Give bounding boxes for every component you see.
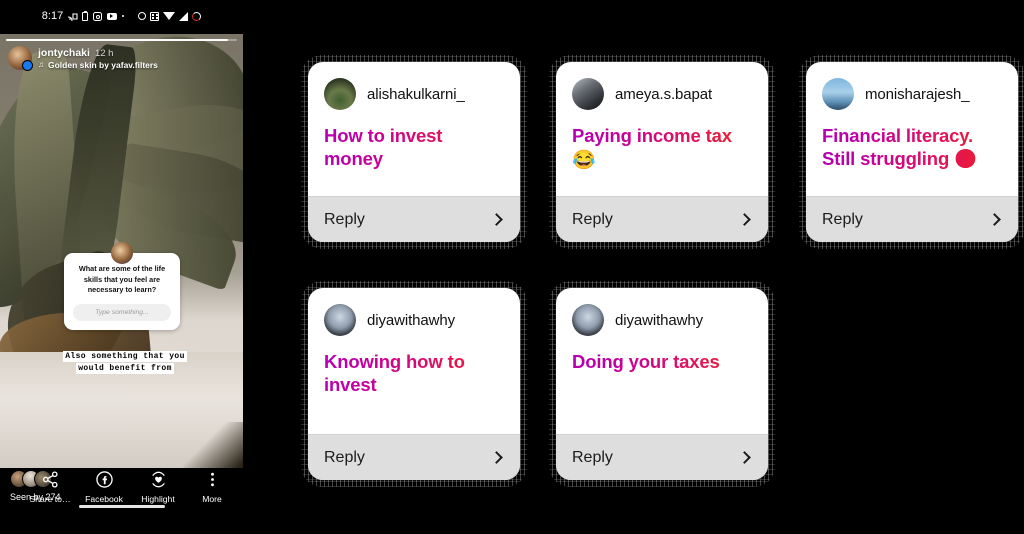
status-bar-clock: 8:17	[41, 10, 64, 22]
story-action-bar: Share to… Facebook Highlight More	[23, 470, 239, 504]
share-icon	[42, 470, 59, 488]
screenshot-grid-icon	[150, 11, 160, 21]
pot-shadow	[183, 422, 243, 468]
home-indicator[interactable]	[78, 505, 165, 508]
reply-button[interactable]: Reply	[556, 434, 768, 480]
avatar[interactable]	[572, 304, 604, 336]
chevron-right-icon	[490, 213, 503, 226]
avatar[interactable]	[324, 78, 356, 110]
phone-story-panel: 8:17 jontychaki 12 h ♫ Golden skin by ya…	[0, 0, 243, 534]
more-label: More	[202, 494, 222, 504]
story-overlay-line-2: would benefit from	[76, 363, 174, 374]
reply-button[interactable]: Reply	[806, 196, 1018, 242]
youtube-icon	[106, 12, 117, 20]
card-answer-emoji: 😂	[572, 150, 596, 172]
chevron-right-icon	[738, 213, 751, 226]
avatar[interactable]	[324, 304, 356, 336]
story-progress-bar[interactable]	[6, 39, 237, 41]
question-sticker-avatar	[111, 242, 133, 264]
question-sticker-text: What are some of the life skills that yo…	[78, 264, 166, 295]
card-user-row[interactable]: diyawithawhy	[324, 304, 504, 336]
story-text-overlay: Also something that you would benefit fr…	[50, 351, 200, 374]
reply-card[interactable]: alishakulkarni_ How to invest money Repl…	[308, 62, 520, 242]
story-footer: Seen by 274 Share to… Facebook Highlight…	[0, 468, 243, 518]
reply-button[interactable]: Reply	[556, 196, 768, 242]
status-bar-notification-icons	[68, 10, 125, 21]
status-bar: 8:17	[0, 0, 243, 32]
cast-icon	[68, 12, 78, 21]
reply-card[interactable]: diyawithawhy Knowing how to invest Reply	[308, 288, 520, 480]
reply-button[interactable]: Reply	[308, 434, 520, 480]
card-answer-text: How to invest money	[324, 124, 504, 173]
chevron-right-icon	[738, 451, 751, 464]
card-user-row[interactable]: ameya.s.bapat	[572, 78, 752, 110]
card-username[interactable]: ameya.s.bapat	[615, 86, 712, 103]
reply-button[interactable]: Reply	[308, 196, 520, 242]
card-answer-text: Doing your taxes	[572, 350, 752, 375]
card-username[interactable]: diyawithawhy	[615, 312, 703, 329]
signal-icon	[179, 11, 189, 21]
alarm-icon	[138, 12, 147, 20]
reply-card[interactable]: monisharajesh_ Financial literacy. Still…	[806, 62, 1018, 242]
reply-label: Reply	[572, 210, 613, 228]
card-user-row[interactable]: monisharajesh_	[822, 78, 1002, 110]
more-button[interactable]: More	[185, 470, 239, 504]
story-header[interactable]: jontychaki 12 h ♫ Golden skin by yafav.f…	[8, 46, 158, 71]
highlight-button[interactable]: Highlight	[131, 470, 185, 504]
story-music-label[interactable]: Golden skin by yafav.filters	[48, 60, 158, 70]
story-timestamp: 12 h	[94, 47, 114, 59]
reply-cards-panel: alishakulkarni_ How to invest money Repl…	[260, 0, 1024, 534]
question-sticker-placeholder: Type something...	[95, 308, 149, 316]
card-answer-text: Paying income tax	[572, 124, 752, 149]
card-user-row[interactable]: diyawithawhy	[572, 304, 752, 336]
share-to-label: Share to…	[29, 494, 71, 504]
highlight-label: Highlight	[141, 494, 175, 504]
card-answer-text: Financial literacy. Still struggling 🥲	[822, 124, 1002, 173]
reply-label: Reply	[822, 210, 863, 228]
story-username[interactable]: jontychaki	[38, 47, 90, 59]
instagram-icon	[92, 11, 102, 21]
avatar[interactable]	[572, 78, 604, 110]
battery-circle-icon	[192, 11, 202, 21]
reply-card[interactable]: ameya.s.bapat Paying income tax 😂 Reply	[556, 62, 768, 242]
card-username[interactable]: diyawithawhy	[367, 312, 455, 329]
facebook-button[interactable]: Facebook	[77, 470, 131, 504]
music-note-icon: ♫	[38, 59, 44, 69]
highlight-heart-icon	[150, 470, 167, 488]
card-answer-text: Knowing how to invest	[324, 350, 504, 399]
avatar[interactable]	[8, 46, 33, 71]
status-bar-system-icons	[138, 11, 202, 21]
facebook-icon	[95, 470, 113, 488]
chevron-right-icon	[988, 213, 1001, 226]
more-vertical-icon	[204, 470, 221, 488]
more-notification-dot-icon	[121, 14, 125, 18]
reply-label: Reply	[572, 448, 613, 466]
story-overlay-line-1: Also something that you	[63, 351, 187, 362]
chevron-right-icon	[490, 451, 503, 464]
card-username[interactable]: monisharajesh_	[865, 86, 970, 103]
wifi-icon	[163, 12, 176, 20]
question-sticker-input[interactable]: Type something...	[73, 303, 171, 321]
avatar[interactable]	[822, 78, 854, 110]
battery-saver-icon	[82, 10, 88, 21]
card-user-row[interactable]: alishakulkarni_	[324, 78, 504, 110]
screenshot-root: 8:17 jontychaki 12 h ♫ Golden skin by ya…	[0, 0, 1024, 534]
reply-label: Reply	[324, 210, 365, 228]
reply-card[interactable]: diyawithawhy Doing your taxes Reply	[556, 288, 768, 480]
facebook-label: Facebook	[85, 494, 123, 504]
reply-label: Reply	[324, 448, 365, 466]
share-to-button[interactable]: Share to…	[23, 470, 77, 504]
card-username[interactable]: alishakulkarni_	[367, 86, 465, 103]
question-sticker[interactable]: What are some of the life skills that yo…	[64, 242, 180, 330]
story-viewer[interactable]: jontychaki 12 h ♫ Golden skin by yafav.f…	[0, 34, 243, 468]
